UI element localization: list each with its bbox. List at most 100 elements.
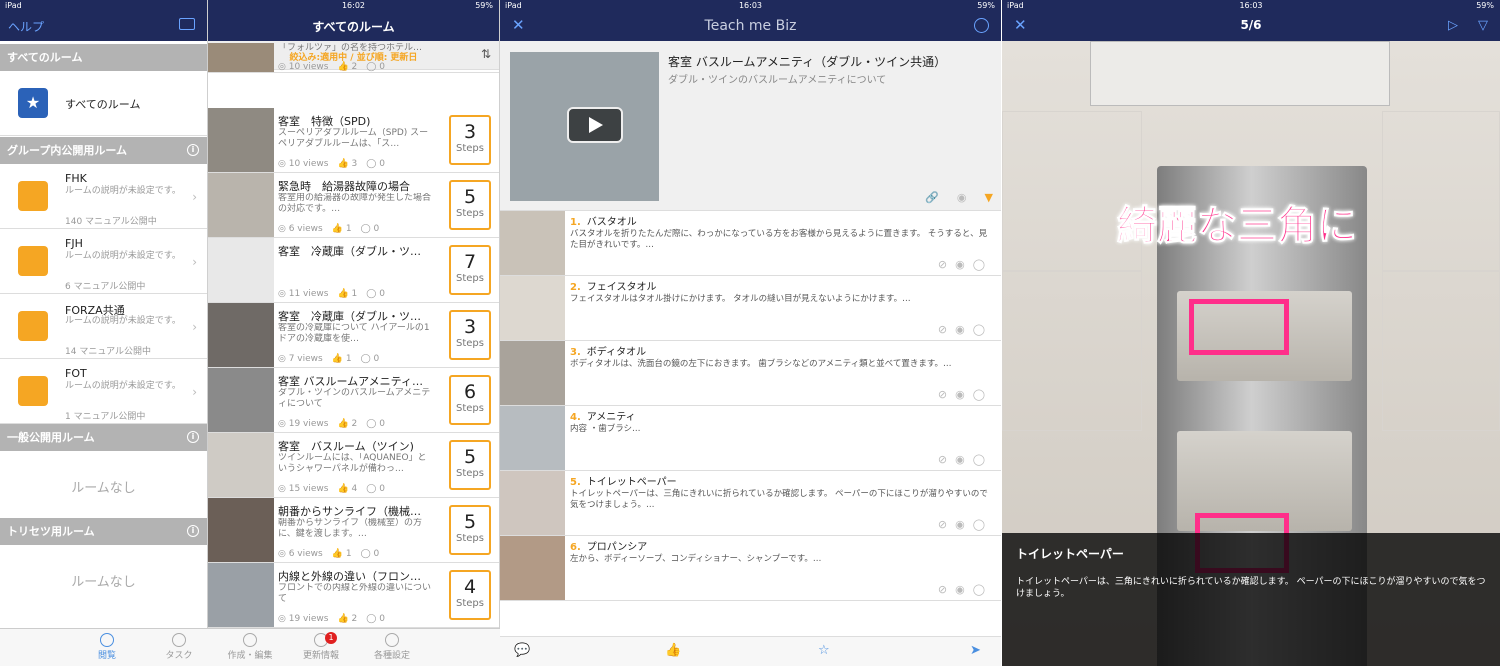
manual-row[interactable]: 朝番からサンライフ（機械… 朝番からサンライフ（機械室）の方に、鍵を渡します。… ◎… bbox=[208, 498, 499, 563]
manual-description bbox=[278, 258, 433, 280]
highlight-box bbox=[1189, 299, 1289, 355]
link-icon[interactable]: ⊘ bbox=[938, 388, 955, 401]
step-row[interactable]: 2. フェイスタオル フェイスタオルはタオル掛けにかけます。 タオルの縫い目が見えな… bbox=[500, 276, 1001, 341]
manual-description: 客室の冷蔵庫について ハイアールの1ドアの冷蔵庫を使… bbox=[278, 323, 430, 344]
comment-icon[interactable]: ◯ bbox=[973, 258, 993, 271]
link-icon[interactable]: ⊘ bbox=[938, 583, 955, 596]
like-icon: 👍 bbox=[337, 614, 352, 624]
tab-edit[interactable]: 作成・編集 bbox=[215, 629, 285, 661]
location-icon[interactable]: ◉ bbox=[955, 323, 973, 336]
play-icon[interactable]: ▷ bbox=[1448, 18, 1458, 33]
triangle-down-icon[interactable]: ▼ bbox=[985, 191, 993, 204]
manual-row[interactable]: 客室 特徴（SPD) スーペリアダブルルーム（SPD) スーペリアダブルルームは、… bbox=[208, 108, 499, 173]
manual-row[interactable]: 客室 冷蔵庫（ダブル・ツ… ◎ 11 views 👍 1 ◯ 0 7 Steps bbox=[208, 238, 499, 303]
step-thumbnail bbox=[500, 341, 565, 405]
info-icon[interactable]: i bbox=[187, 144, 199, 156]
tab-updates[interactable]: 1 更新情報 bbox=[286, 629, 356, 661]
device-label: iPad bbox=[5, 1, 22, 10]
step-number: 4. bbox=[570, 412, 581, 423]
info-icon[interactable]: i bbox=[187, 431, 199, 443]
wall-panel bbox=[1090, 41, 1390, 106]
room-item[interactable]: FORZA共通 ルームの説明が未設定です。 14 マニュアル公開中 › bbox=[0, 294, 207, 359]
step-row[interactable]: 3. ボディタオル ボディタオルは、洗面台の鏡の左下におきます。 歯ブラシなどのアメ… bbox=[500, 341, 1001, 406]
link-icon[interactable]: ⊘ bbox=[938, 258, 955, 271]
manual-row[interactable]: 客室 バスルームアメニティ… ダブル・ツインのバスルームアメニティについて ◎ 19… bbox=[208, 368, 499, 433]
tab-task[interactable]: タスク bbox=[144, 629, 214, 661]
step-description: バスタオルを折りたたんだ際に、わっかになっている方をお客様から見えるように置きま… bbox=[570, 229, 988, 250]
steps-badge: 5 Steps bbox=[449, 180, 491, 230]
comment-icon[interactable]: ◯ bbox=[973, 518, 993, 531]
navbar: iPad ヘルプ bbox=[0, 0, 207, 41]
manual-title: 客室 バスルームアメニティ… bbox=[278, 375, 423, 388]
like-icon: 👍 bbox=[337, 289, 352, 299]
manual-thumbnail bbox=[208, 433, 274, 497]
like-icon[interactable]: 👍 bbox=[665, 643, 681, 658]
manual-description: 朝番からサンライフ（機械室）の方に、鍵を渡します。… bbox=[278, 518, 423, 539]
manual-row[interactable]: 内線と外線の違い（フロン… フロントでの内線と外線の違いについて ◎ 19 view… bbox=[208, 563, 499, 628]
manual-row[interactable]: 客室 冷蔵庫（ダブル・ツ… 客室の冷蔵庫について ハイアールの1ドアの冷蔵庫を使…… bbox=[208, 303, 499, 368]
comment-icon[interactable]: ◯ bbox=[973, 388, 993, 401]
link-icon[interactable]: ⊘ bbox=[938, 518, 955, 531]
location-icon[interactable]: ◉ bbox=[957, 191, 967, 204]
step-row[interactable]: 4. アメニティ 内容 ・歯ブラシ… ⊘◉◯ bbox=[500, 406, 1001, 471]
step-row[interactable]: 6. プロパンシア 左から、ボディーソープ、コンディショナー、シャンプーです。… ⊘◉… bbox=[500, 536, 1001, 601]
step-description: 左から、ボディーソープ、コンディショナー、シャンプーです。… bbox=[570, 554, 822, 564]
comment-icon[interactable]: ◯ bbox=[973, 323, 993, 336]
comment-icon[interactable]: ◯ bbox=[973, 583, 993, 596]
triangle-down-icon[interactable]: ▽ bbox=[1478, 18, 1488, 33]
step-thumbnail bbox=[500, 471, 565, 535]
account-icon[interactable] bbox=[974, 18, 989, 33]
link-icon[interactable]: ⊘ bbox=[938, 323, 955, 336]
link-icon[interactable]: 🔗 bbox=[925, 191, 939, 204]
chevron-right-icon: › bbox=[192, 255, 197, 269]
info-icon[interactable]: i bbox=[187, 525, 199, 537]
comment-icon[interactable]: 💬 bbox=[514, 643, 530, 658]
room-item[interactable]: FHK ルームの説明が未設定です。 140 マニュアル公開中 › bbox=[0, 164, 207, 229]
steps-badge: 3 Steps bbox=[449, 115, 491, 165]
step-title: アメニティ bbox=[586, 412, 636, 423]
step-title: プロパンシア bbox=[586, 542, 648, 553]
help-button[interactable]: ヘルプ bbox=[8, 18, 44, 35]
step-number: 5. bbox=[570, 477, 581, 488]
manual-row[interactable]: 緊急時 給湯器故障の場合 客室用の給湯器の故障が発生した場合の対応です。… ◎ 6 … bbox=[208, 173, 499, 238]
manual-thumbnail bbox=[208, 368, 274, 432]
manual-thumbnail bbox=[208, 108, 274, 172]
eye-icon: ◎ bbox=[278, 159, 289, 169]
step-row[interactable]: 5. トイレットペーパー トイレットペーパーは、三角にきれいに折られているか確認しま… bbox=[500, 471, 1001, 536]
tab-browse[interactable]: 閲覧 bbox=[72, 629, 142, 661]
manual-title: 内線と外線の違い（フロン… bbox=[278, 570, 421, 583]
room-all[interactable]: ★ すべてのルーム bbox=[0, 71, 207, 136]
manual-row[interactable]: 客室 バスルーム（ツイン) ツインルームには、「AQUANEO」というシャワーパネ… bbox=[208, 433, 499, 498]
manual-title: 客室 バスルームアメニティ（ダブル・ツイン共通） bbox=[668, 55, 947, 69]
manual-title: 緊急時 給湯器故障の場合 bbox=[278, 180, 410, 193]
play-icon[interactable] bbox=[567, 107, 623, 143]
manual-description: フロントでの内線と外線の違いについて bbox=[278, 583, 432, 604]
house-icon bbox=[18, 311, 48, 341]
tab-settings[interactable]: 各種設定 bbox=[357, 629, 427, 661]
room-item[interactable]: FOT ルームの説明が未設定です。 1 マニュアル公開中 › bbox=[0, 359, 207, 424]
step-row[interactable]: 1. バスタオル バスタオルを折りたたんだ際に、わっかになっている方をお客様から見え… bbox=[500, 211, 1001, 276]
steps-badge: 3 Steps bbox=[449, 310, 491, 360]
manual-row[interactable]: 「フォルツァ」の名を持つホテル… ◎ 10 views 👍 2 ◯ 0 bbox=[208, 43, 499, 73]
menu-icon bbox=[385, 633, 399, 647]
location-icon[interactable]: ◉ bbox=[955, 583, 973, 596]
link-icon[interactable]: ⊘ bbox=[938, 453, 955, 466]
location-icon[interactable]: ◉ bbox=[955, 388, 973, 401]
manual-thumbnail bbox=[208, 563, 274, 627]
manual-thumbnail bbox=[208, 43, 274, 72]
like-icon: 👍 bbox=[337, 484, 352, 494]
location-icon[interactable]: ◉ bbox=[955, 518, 973, 531]
comment-icon[interactable]: ◯ bbox=[973, 453, 993, 466]
location-icon[interactable]: ◉ bbox=[955, 258, 973, 271]
star-icon[interactable]: ☆ bbox=[818, 643, 830, 658]
send-icon[interactable]: ➤ bbox=[970, 643, 981, 658]
room-item[interactable]: FJH ルームの説明が未設定です。 6 マニュアル公開中 › bbox=[0, 229, 207, 294]
step-thumbnail bbox=[500, 406, 565, 470]
location-icon[interactable]: ◉ bbox=[955, 453, 973, 466]
comment-icon: ◯ bbox=[366, 484, 380, 494]
step-caption: トイレットペーパー トイレットペーパーは、三角にきれいに折られているか確認します… bbox=[1002, 533, 1500, 666]
chevron-right-icon: › bbox=[192, 320, 197, 334]
step-description: フェイスタオルはタオル掛けにかけます。 タオルの縫い目が見えないようにかけます。… bbox=[570, 294, 911, 304]
split-view-icon[interactable] bbox=[179, 18, 195, 30]
comment-icon: ◯ bbox=[366, 289, 380, 299]
